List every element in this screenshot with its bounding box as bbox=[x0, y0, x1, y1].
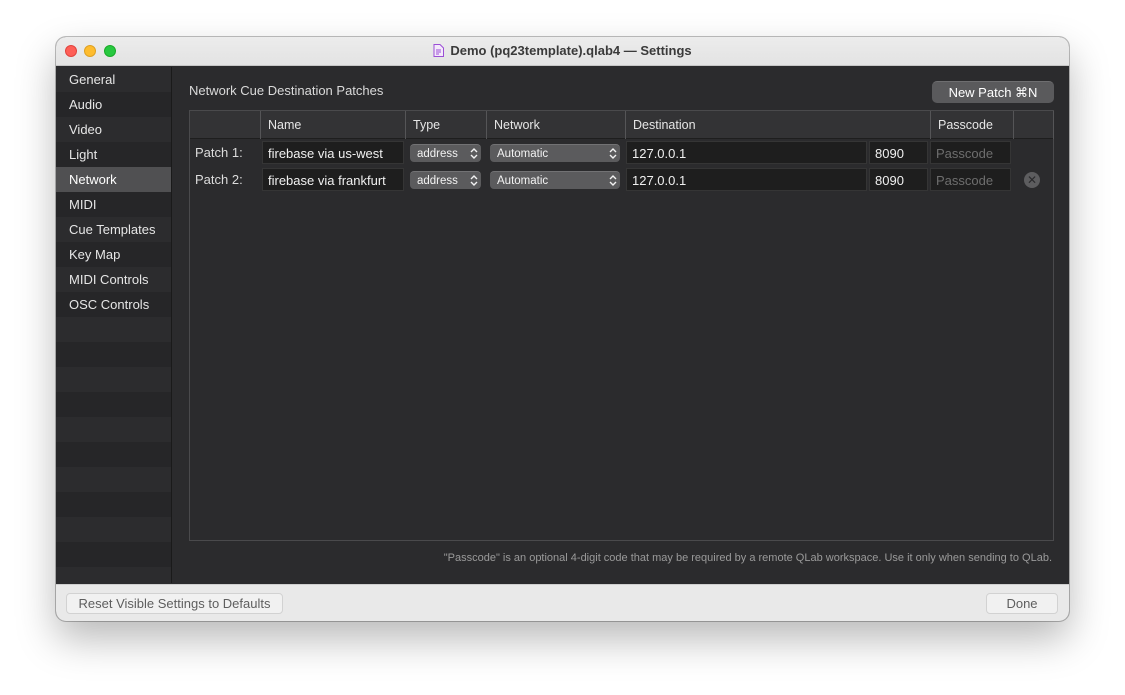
patch-passcode-field[interactable]: Passcode bbox=[930, 168, 1011, 191]
patch-name-field[interactable]: firebase via frankfurt bbox=[262, 168, 404, 191]
settings-sidebar: General Audio Video Light Network MIDI C… bbox=[56, 67, 172, 592]
sidebar-empty-row bbox=[56, 342, 171, 367]
section-title: Network Cue Destination Patches bbox=[189, 83, 384, 98]
sidebar-item-cue-templates[interactable]: Cue Templates bbox=[56, 217, 171, 242]
column-header-network[interactable]: Network bbox=[487, 111, 626, 139]
done-button[interactable]: Done bbox=[986, 593, 1058, 614]
patch-passcode-field[interactable]: Passcode bbox=[930, 141, 1011, 164]
patch-network-popup[interactable]: Automatic bbox=[490, 171, 620, 189]
patch-type-popup[interactable]: address bbox=[410, 171, 481, 189]
passcode-footnote: "Passcode" is an optional 4-digit code t… bbox=[443, 552, 1052, 564]
patch-network-popup[interactable]: Automatic bbox=[490, 144, 620, 162]
chevron-updown-icon bbox=[609, 148, 617, 159]
patch-type-popup[interactable]: address bbox=[410, 144, 481, 162]
patches-table: Name Type Network Destination Passcode P… bbox=[189, 110, 1054, 541]
patch-type-value: address bbox=[417, 148, 458, 160]
remove-patch-icon[interactable]: ✕ bbox=[1024, 172, 1040, 188]
sidebar-item-network[interactable]: Network bbox=[56, 167, 171, 192]
column-header-type[interactable]: Type bbox=[406, 111, 487, 139]
sidebar-empty-row bbox=[56, 542, 171, 567]
column-header-name[interactable]: Name bbox=[261, 111, 406, 139]
sidebar-item-midi-controls[interactable]: MIDI Controls bbox=[56, 267, 171, 292]
sidebar-item-key-map[interactable]: Key Map bbox=[56, 242, 171, 267]
patch-name-field[interactable]: firebase via us-west bbox=[262, 141, 404, 164]
table-header: Name Type Network Destination Passcode bbox=[190, 111, 1054, 139]
column-header-label bbox=[190, 111, 261, 139]
title-bar: Demo (pq23template).qlab4 — Settings bbox=[56, 37, 1069, 66]
new-patch-button[interactable]: New Patch ⌘N bbox=[932, 81, 1054, 103]
sidebar-empty-row bbox=[56, 367, 171, 392]
sidebar-empty-row bbox=[56, 392, 171, 417]
sidebar-item-audio[interactable]: Audio bbox=[56, 92, 171, 117]
sidebar-item-midi[interactable]: MIDI bbox=[56, 192, 171, 217]
document-icon bbox=[433, 44, 445, 57]
column-header-passcode[interactable]: Passcode bbox=[931, 111, 1014, 139]
sidebar-item-video[interactable]: Video bbox=[56, 117, 171, 142]
sidebar-empty-row bbox=[56, 517, 171, 542]
table-row: Patch 2: firebase via frankfurt address … bbox=[190, 167, 1053, 192]
window-title-container: Demo (pq23template).qlab4 — Settings bbox=[56, 43, 1069, 58]
patch-label: Patch 1: bbox=[195, 145, 243, 160]
reset-defaults-button[interactable]: Reset Visible Settings to Defaults bbox=[66, 593, 283, 614]
sidebar-empty-row bbox=[56, 442, 171, 467]
column-header-destination[interactable]: Destination bbox=[626, 111, 931, 139]
bottom-bar: Reset Visible Settings to Defaults Done bbox=[56, 584, 1069, 621]
sidebar-item-general[interactable]: General bbox=[56, 67, 171, 92]
window-title: Demo (pq23template).qlab4 — Settings bbox=[450, 43, 692, 58]
patch-port-field[interactable]: 8090 bbox=[869, 168, 928, 191]
chevron-updown-icon bbox=[470, 175, 478, 186]
patch-port-field[interactable]: 8090 bbox=[869, 141, 928, 164]
patch-type-value: address bbox=[417, 175, 458, 187]
sidebar-empty-row bbox=[56, 417, 171, 442]
patch-label: Patch 2: bbox=[195, 172, 243, 187]
patch-destination-field[interactable]: 127.0.0.1 bbox=[626, 168, 867, 191]
sidebar-empty-row bbox=[56, 317, 171, 342]
settings-window: Demo (pq23template).qlab4 — Settings Gen… bbox=[56, 37, 1069, 621]
sidebar-item-light[interactable]: Light bbox=[56, 142, 171, 167]
patch-network-value: Automatic bbox=[497, 148, 549, 160]
table-row: Patch 1: firebase via us-west address Au… bbox=[190, 140, 1053, 165]
column-header-remove bbox=[1014, 111, 1054, 139]
chevron-updown-icon bbox=[470, 148, 478, 159]
chevron-updown-icon bbox=[609, 175, 617, 186]
patch-destination-field[interactable]: 127.0.0.1 bbox=[626, 141, 867, 164]
sidebar-item-osc-controls[interactable]: OSC Controls bbox=[56, 292, 171, 317]
sidebar-empty-row bbox=[56, 492, 171, 517]
sidebar-empty-row bbox=[56, 467, 171, 492]
network-settings-panel: Network Cue Destination Patches New Patc… bbox=[173, 67, 1069, 583]
patch-network-value: Automatic bbox=[497, 175, 549, 187]
